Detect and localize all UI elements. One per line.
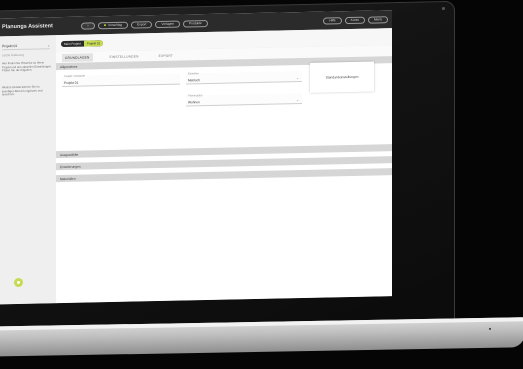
app-screen: Planungs Assistent ○ Vorschlag Export Vo… (0, 10, 392, 305)
sidebar-hint-text-2: Weitere Details können Sie im jeweiligen… (2, 84, 43, 97)
export-label: Export (137, 22, 147, 27)
project-tag[interactable]: Mein Projekt Projekt 01 (61, 39, 104, 47)
templates-button[interactable]: Vorlagen (155, 20, 180, 28)
unit-label: Einheiten (188, 72, 199, 76)
section-materials[interactable]: Materialien (56, 168, 392, 183)
export-button[interactable]: Export (131, 20, 153, 29)
unit-value: Metrisch (188, 78, 201, 83)
defaults-card-label: Standardeinstellungen (325, 74, 359, 80)
project-name-value: Projekt 01 (64, 80, 79, 86)
project-tag-value: Projekt 01 (83, 39, 104, 47)
type-select[interactable]: Planungstyp Wohnen ⌄ (186, 93, 302, 107)
type-value: Wohnen (188, 100, 200, 105)
sidebar: Projekt 01 ⌄ Letzte Änderung Hier finden… (0, 35, 57, 305)
help-button[interactable]: Hilfe (323, 16, 342, 25)
templates-label: Vorlagen (161, 21, 174, 26)
section-products[interactable]: Ausgewählte (56, 144, 392, 159)
home-icon: ○ (86, 23, 89, 28)
sidebar-hint-text: Hier finden Sie Hinweise zu Ihrem Projek… (2, 60, 52, 73)
section-extensions[interactable]: Erweiterungen (56, 156, 392, 171)
products-button[interactable]: Produkte (182, 19, 208, 28)
products-label: Produkte (188, 21, 202, 26)
suggestion-button[interactable]: Vorschlag (97, 21, 129, 29)
assistant-icon[interactable] (14, 277, 23, 288)
laptop-lid: Planungs Assistent ○ Vorschlag Export Vo… (0, 0, 455, 342)
menu-label: Menü (374, 17, 382, 22)
chevron-down-icon: ⌄ (296, 76, 299, 81)
account-button[interactable]: Konto (344, 16, 366, 24)
chevron-down-icon: ⌄ (296, 98, 299, 103)
indicator-light (489, 327, 491, 330)
account-label: Konto (350, 17, 360, 23)
status-dot-icon (103, 23, 107, 27)
tab-export[interactable]: EXPORT (156, 51, 176, 59)
project-select-value: Projekt 01 (2, 43, 18, 48)
tab-settings[interactable]: EINSTELLUNGEN (107, 52, 142, 61)
sidebar-subtitle: Letzte Änderung (2, 52, 25, 58)
project-name-field[interactable]: Projekt / Gebäude Projekt 01 (62, 73, 180, 88)
unit-select[interactable]: Einheiten Metrisch ⌄ (186, 71, 302, 85)
home-button[interactable]: ○ (80, 21, 95, 30)
chevron-down-icon: ⌄ (47, 42, 50, 47)
tab-basics[interactable]: GRUNDLAGEN (62, 52, 93, 62)
camera-icon (442, 7, 445, 11)
help-label: Hilfe (329, 18, 336, 23)
project-select[interactable]: Projekt 01 ⌄ (2, 41, 50, 51)
suggestion-label: Vorschlag (108, 22, 123, 28)
app-title: Planungs Assistent (2, 23, 53, 31)
defaults-card[interactable]: Standardeinstellungen (310, 61, 374, 93)
project-name-label: Projekt / Gebäude (64, 74, 85, 79)
top-nav: ○ Vorschlag Export Vorlagen Produkte (80, 19, 208, 30)
type-label: Planungstyp (188, 94, 203, 98)
main-content: Allgemeines Projekt / Gebäude Projekt 01… (56, 56, 392, 304)
project-tag-label: Mein Projekt (64, 41, 81, 46)
top-right-actions: Hilfe Konto Menü (323, 15, 388, 25)
menu-button[interactable]: Menü (368, 15, 388, 24)
